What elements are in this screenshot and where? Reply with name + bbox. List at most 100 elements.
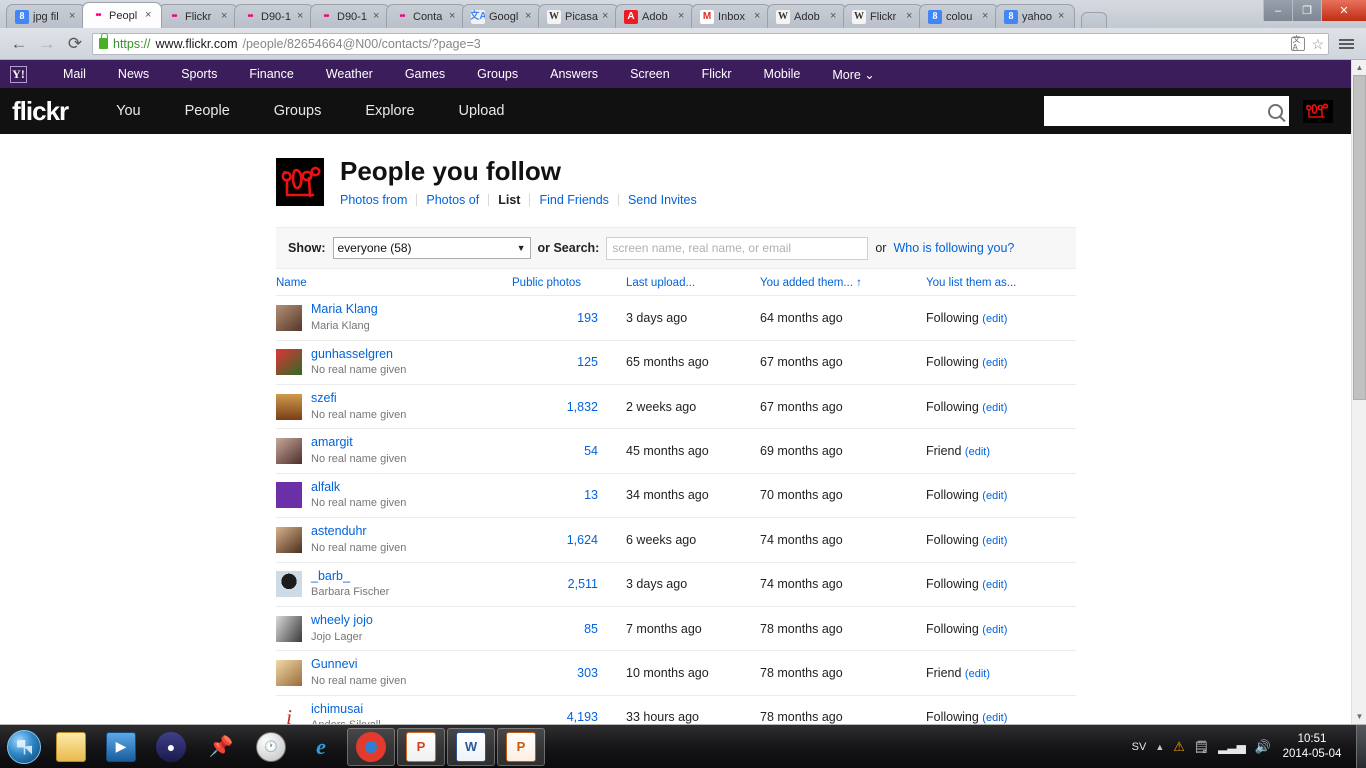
contact-screen-name[interactable]: Gunnevi [311,657,358,671]
edit-link[interactable]: (edit) [965,446,990,458]
flickr-logo[interactable]: flickr [12,96,69,127]
taskbar-ie-button[interactable]: e [297,728,345,766]
contact-screen-name[interactable]: amargit [311,435,353,449]
tab-close-icon[interactable]: × [145,10,155,21]
column-header-last-upload[interactable]: Last upload... [612,269,760,297]
yahoo-nav-mail[interactable]: Mail [47,67,102,81]
language-indicator[interactable]: SV [1132,741,1147,753]
yahoo-nav-games[interactable]: Games [389,67,461,81]
subnav-find-friends[interactable]: Find Friends [530,193,617,207]
contact-screen-name[interactable]: wheely jojo [311,613,373,627]
public-photos-count[interactable]: 193 [577,311,598,325]
subnav-send-invites[interactable]: Send Invites [619,193,706,207]
browser-tab[interactable]: •• D90-1 × [234,4,314,28]
tab-close-icon[interactable]: × [982,11,992,22]
flickr-nav-upload[interactable]: Upload [437,103,527,119]
show-select[interactable]: everyone (58) ▼ [332,237,531,260]
yahoo-nav-sports[interactable]: Sports [165,67,233,81]
show-desktop-button[interactable] [1356,725,1366,768]
tab-close-icon[interactable]: × [69,11,79,22]
browser-tab[interactable]: 8 jpg fil × [6,4,86,28]
bookmark-star-icon[interactable]: ☆ [1311,37,1324,51]
yahoo-nav-screen[interactable]: Screen [614,67,686,81]
yahoo-nav-news[interactable]: News [102,67,165,81]
edit-link[interactable]: (edit) [982,624,1007,636]
contact-screen-name[interactable]: szefi [311,391,337,405]
contact-avatar[interactable] [276,615,302,642]
tab-close-icon[interactable]: × [678,11,688,22]
minimize-button[interactable]: – [1263,0,1292,21]
edit-link[interactable]: (edit) [982,712,1007,724]
taskbar-media-player-button[interactable]: ▶ [97,728,145,766]
header-user-avatar[interactable] [1303,100,1333,123]
flickr-nav-people[interactable]: People [163,103,252,119]
maximize-button[interactable]: ❐ [1292,0,1321,21]
yahoo-nav-flickr[interactable]: Flickr [686,67,748,81]
yahoo-nav-more[interactable]: More ⌄ [816,67,890,82]
yahoo-logo-icon[interactable]: Y! [10,65,27,83]
taskbar-explorer-button[interactable] [47,728,95,766]
contact-avatar[interactable] [276,659,302,686]
public-photos-count[interactable]: 4,193 [567,710,598,724]
tab-close-icon[interactable]: × [602,11,612,22]
contact-avatar[interactable]: i [276,704,302,724]
contact-avatar[interactable] [276,349,302,376]
contact-avatar[interactable] [276,526,302,553]
window-close-button[interactable]: ✕ [1321,0,1366,21]
who-is-following-you-link[interactable]: Who is following you? [893,241,1014,255]
profile-avatar[interactable] [276,158,324,206]
contact-avatar[interactable] [276,571,302,598]
scroll-down-arrow-icon[interactable]: ▼ [1352,709,1366,724]
column-header-public-photos[interactable]: Public photos [512,269,612,297]
translate-icon[interactable]: 文A [1291,35,1306,51]
contact-avatar[interactable] [276,438,302,465]
taskbar-pin-button[interactable]: 📌 [197,728,245,766]
browser-tab[interactable]: •• D90-1 × [310,4,390,28]
browser-tab[interactable]: A Adob × [615,4,696,28]
tab-close-icon[interactable]: × [297,11,307,22]
tab-close-icon[interactable]: × [1058,11,1068,22]
taskbar-contacts-button[interactable]: ● [147,728,195,766]
browser-tab[interactable]: 8 yahoo × [995,4,1076,28]
page-scrollbar[interactable]: ▲ ▼ [1351,60,1366,724]
edit-link[interactable]: (edit) [965,668,990,680]
address-bar[interactable]: https:// www.flickr.com/people/82654664@N… [92,32,1329,55]
browser-tab[interactable]: 8 colou × [919,4,1000,28]
browser-tab[interactable]: W Adob × [767,4,848,28]
public-photos-count[interactable]: 13 [584,488,598,502]
public-photos-count[interactable]: 85 [584,622,598,636]
scrollbar-thumb[interactable] [1353,75,1366,400]
new-tab-button[interactable] [1081,12,1108,28]
column-header-you-list-as[interactable]: You list them as... [926,269,1076,297]
public-photos-count[interactable]: 54 [584,444,598,458]
start-button[interactable] [2,727,46,767]
edit-link[interactable]: (edit) [982,579,1007,591]
browser-tab[interactable]: 文A Googl × [462,4,542,28]
contact-screen-name[interactable]: Maria Klang [311,302,378,316]
contact-avatar[interactable] [276,482,302,509]
browser-tab-active[interactable]: •• Peopl × [82,2,162,28]
edit-link[interactable]: (edit) [982,402,1007,414]
public-photos-count[interactable]: 125 [577,355,598,369]
column-header-name[interactable]: Name [276,269,512,297]
taskbar-clock-button[interactable]: 🕐 [247,728,295,766]
edit-link[interactable]: (edit) [982,313,1007,325]
people-search-input[interactable]: screen name, real name, or email [606,236,869,260]
contact-screen-name[interactable]: ichimusai [311,702,363,716]
flickr-nav-explore[interactable]: Explore [343,103,436,119]
search-icon[interactable] [1268,103,1283,119]
edit-link[interactable]: (edit) [982,357,1007,369]
tab-close-icon[interactable]: × [525,11,535,22]
reload-icon[interactable]: ⟳ [64,35,86,52]
taskbar-word-button[interactable]: W [447,727,495,766]
taskbar-publisher-button[interactable]: P [497,727,545,766]
tab-close-icon[interactable]: × [906,11,916,22]
edit-link[interactable]: (edit) [982,490,1007,502]
action-center-icon[interactable]: 🗒 [1194,740,1209,754]
contact-avatar[interactable] [276,393,302,420]
tab-close-icon[interactable]: × [754,11,764,22]
tab-close-icon[interactable]: × [830,11,840,22]
browser-tab[interactable]: W Flickr × [843,4,924,28]
contact-screen-name[interactable]: alfalk [311,480,340,494]
subnav-photos-of[interactable]: Photos of [417,193,488,207]
